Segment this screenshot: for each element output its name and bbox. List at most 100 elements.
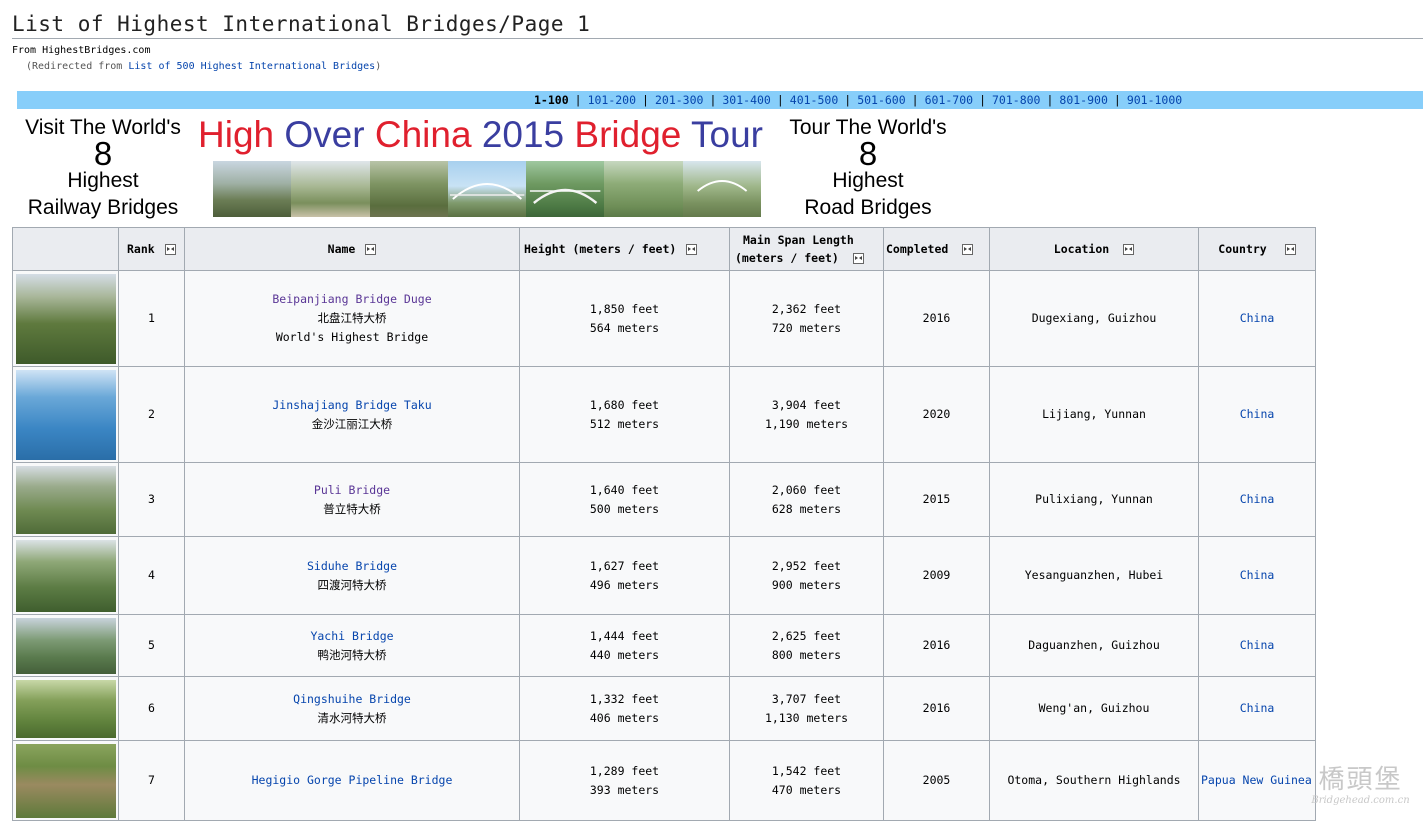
height-feet: 1,850 feet bbox=[589, 301, 660, 316]
redirect-prefix: (Redirected from bbox=[26, 61, 129, 72]
span-meters: 470 meters bbox=[771, 782, 842, 797]
completed-cell: 2020 bbox=[883, 366, 990, 463]
range-link[interactable]: 701-800 bbox=[992, 93, 1040, 107]
sort-icon[interactable] bbox=[852, 253, 864, 264]
banner-right-number: 8 bbox=[858, 135, 878, 172]
watermark-cn: 橋頭堡 bbox=[1318, 765, 1403, 795]
completed-cell: 2015 bbox=[883, 462, 990, 537]
completed-column-header[interactable]: Completed bbox=[883, 227, 990, 271]
name-cell: Qingshuihe Bridge 清水河特大桥 bbox=[184, 676, 520, 741]
country-cell: China bbox=[1198, 614, 1316, 677]
tour-photo-strip[interactable] bbox=[213, 161, 761, 217]
rank-column-header[interactable]: Rank bbox=[118, 227, 185, 271]
name-cell: Hegigio Gorge Pipeline Bridge bbox=[184, 740, 520, 821]
sort-icon[interactable] bbox=[365, 244, 377, 255]
name-cell: Siduhe Bridge 四渡河特大桥 bbox=[184, 536, 520, 615]
railway-bridges-banner[interactable]: Visit The World's 8 Highest Railway Brid… bbox=[14, 114, 192, 221]
range-link[interactable]: 801-900 bbox=[1059, 93, 1107, 107]
bridge-chinese-name: 鸭池河特大桥 bbox=[317, 647, 387, 662]
location-cell: Pulixiang, Yunnan bbox=[989, 462, 1199, 537]
height-feet: 1,680 feet bbox=[589, 397, 660, 412]
bridge-chinese-name: 普立特大桥 bbox=[323, 501, 381, 516]
name-cell: Puli Bridge 普立特大桥 bbox=[184, 462, 520, 537]
span-feet: 2,952 feet bbox=[771, 558, 842, 573]
sort-icon[interactable] bbox=[1284, 244, 1296, 255]
banner-title-word: Bridge bbox=[574, 114, 682, 155]
country-cell: China bbox=[1198, 366, 1316, 463]
bridge-thumbnail[interactable] bbox=[15, 369, 116, 460]
span-cell: 2,952 feet 900 meters bbox=[729, 536, 884, 615]
country-column-header[interactable]: Country bbox=[1198, 227, 1316, 271]
bridge-thumbnail[interactable] bbox=[15, 273, 116, 364]
rank-cell: 5 bbox=[118, 614, 185, 677]
rank-cell: 6 bbox=[118, 676, 185, 741]
country-link[interactable]: China bbox=[1240, 407, 1275, 421]
nav-separator: | bbox=[776, 93, 784, 107]
name-column-header[interactable]: Name bbox=[184, 227, 520, 271]
range-link[interactable]: 301-400 bbox=[722, 93, 770, 107]
range-link[interactable]: 201-300 bbox=[655, 93, 703, 107]
country-link[interactable]: China bbox=[1240, 492, 1275, 506]
sort-icon[interactable] bbox=[686, 244, 698, 255]
bridge-name-link[interactable]: Jinshajiang Bridge Taku bbox=[272, 398, 431, 412]
height-meters: 440 meters bbox=[589, 647, 660, 662]
sort-icon[interactable] bbox=[164, 244, 176, 255]
height-meters: 496 meters bbox=[589, 577, 660, 592]
thumbnail-cell bbox=[12, 270, 119, 367]
country-link[interactable]: Papua New Guinea bbox=[1201, 773, 1312, 787]
bridge-name-link[interactable]: Beipanjiang Bridge Duge bbox=[272, 292, 431, 306]
span-meters: 720 meters bbox=[771, 320, 842, 335]
range-link[interactable]: 401-500 bbox=[790, 93, 838, 107]
height-column-header[interactable]: Height (meters / feet) bbox=[519, 227, 730, 271]
bridge-thumbnail[interactable] bbox=[15, 465, 116, 534]
name-cell: Yachi Bridge 鸭池河特大桥 bbox=[184, 614, 520, 677]
country-link[interactable]: China bbox=[1240, 701, 1275, 715]
tour-photo bbox=[291, 161, 370, 217]
banner-title-word: 2015 bbox=[481, 114, 565, 155]
bridge-name-link[interactable]: Puli Bridge bbox=[314, 483, 390, 497]
bridgehead-watermark: 橋頭堡 Bridgehead.com.cn bbox=[1303, 765, 1418, 806]
bridge-thumbnail[interactable] bbox=[15, 617, 116, 674]
page-title: List of Highest International Bridges/Pa… bbox=[12, 10, 1423, 39]
banner-title-word: Over bbox=[284, 114, 365, 155]
height-meters: 564 meters bbox=[589, 320, 660, 335]
country-link[interactable]: China bbox=[1240, 568, 1275, 582]
country-header-label: Country bbox=[1218, 242, 1267, 256]
height-meters: 393 meters bbox=[589, 782, 660, 797]
location-column-header[interactable]: Location bbox=[989, 227, 1199, 271]
height-feet: 1,289 feet bbox=[589, 763, 660, 778]
road-bridges-banner[interactable]: Tour The World's 8 Highest Road Bridges bbox=[778, 114, 958, 221]
range-link[interactable]: 101-200 bbox=[588, 93, 636, 107]
span-cell: 3,904 feet 1,190 meters bbox=[729, 366, 884, 463]
bridge-note: World's Highest Bridge bbox=[275, 330, 429, 344]
span-meters: 900 meters bbox=[771, 577, 842, 592]
range-navigation: 1-100 | 101-200 | 201-300 | 301-400 | 401-500 | 50… bbox=[17, 91, 1423, 109]
range-link[interactable]: 501-600 bbox=[857, 93, 905, 107]
china-tour-banner-title[interactable]: High Over China 2015 Bridge Tour bbox=[198, 113, 768, 157]
bridge-thumbnail[interactable] bbox=[15, 743, 116, 818]
completed-cell: 2016 bbox=[883, 270, 990, 367]
banner-title-word: Tour bbox=[691, 114, 763, 155]
redirect-notice: (Redirected from List of 500 Highest Int… bbox=[26, 61, 381, 72]
sort-icon[interactable] bbox=[1123, 244, 1135, 255]
bridge-name-link[interactable]: Siduhe Bridge bbox=[307, 559, 397, 573]
range-link[interactable]: 601-700 bbox=[925, 93, 973, 107]
country-link[interactable]: China bbox=[1240, 311, 1275, 325]
span-feet: 1,542 feet bbox=[771, 763, 842, 778]
nav-separator: | bbox=[1046, 93, 1054, 107]
bridge-name-link[interactable]: Yachi Bridge bbox=[310, 629, 393, 643]
bridge-name-link[interactable]: Hegigio Gorge Pipeline Bridge bbox=[252, 773, 453, 787]
country-link[interactable]: China bbox=[1240, 638, 1275, 652]
sort-icon[interactable] bbox=[962, 244, 974, 255]
span-column-header[interactable]: Main Span Length (meters / feet) bbox=[729, 227, 884, 271]
completed-cell: 2016 bbox=[883, 614, 990, 677]
bridge-thumbnail[interactable] bbox=[15, 679, 116, 738]
bridge-thumbnail[interactable] bbox=[15, 539, 116, 612]
thumbnail-cell bbox=[12, 740, 119, 821]
tour-photo bbox=[682, 161, 761, 217]
bridge-name-link[interactable]: Qingshuihe Bridge bbox=[293, 692, 411, 706]
span-cell: 3,707 feet 1,130 meters bbox=[729, 676, 884, 741]
rank-cell: 2 bbox=[118, 366, 185, 463]
range-link[interactable]: 901-1000 bbox=[1127, 93, 1182, 107]
redirect-source-link[interactable]: List of 500 Highest International Bridge… bbox=[128, 61, 375, 72]
